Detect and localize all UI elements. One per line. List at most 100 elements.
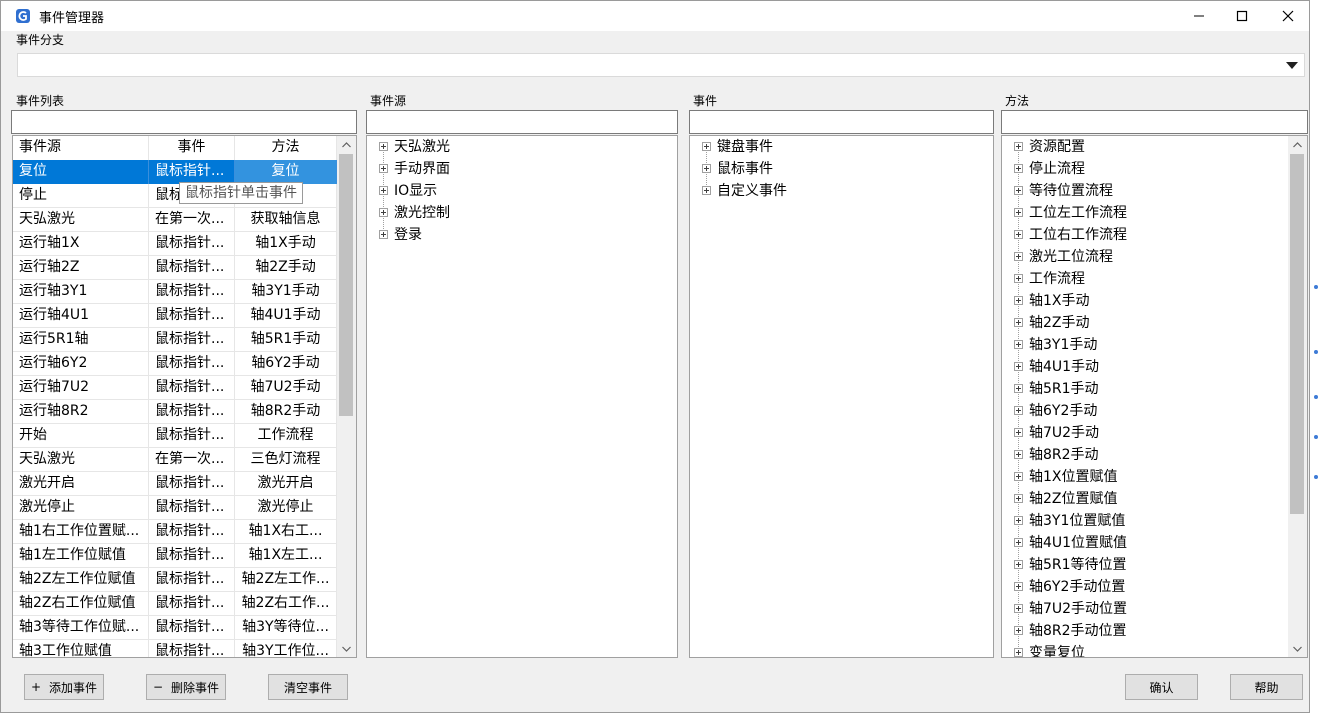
tree-node[interactable]: 轴1X手动 [1005,290,1127,312]
event-list-scrollbar[interactable] [337,136,356,657]
table-row[interactable]: 天弘激光 在第一次... 获取轴信息 [13,208,337,232]
table-row[interactable]: 运行轴8R2 鼠标指针... 轴8R2手动 [13,400,337,424]
tree-node[interactable]: 轴1X位置赋值 [1005,466,1127,488]
tree-node[interactable]: 等待位置流程 [1005,180,1127,202]
table-row[interactable]: 复位 鼠标指针... 复位 [13,160,337,184]
expand-icon[interactable] [1014,362,1023,371]
tree-node[interactable]: 键盘事件 [693,136,787,158]
table-row[interactable]: 轴1左工作位赋值 鼠标指针... 轴1X左工... [13,544,337,568]
confirm-button[interactable]: 确认 [1125,674,1198,700]
expand-icon[interactable] [702,164,711,173]
add-event-button[interactable]: + 添加事件 [24,674,104,700]
expand-icon[interactable] [379,186,388,195]
event-tree[interactable]: 键盘事件 鼠标事件 自定义事件 [689,135,994,658]
scroll-thumb[interactable] [339,154,353,416]
tree-node[interactable]: 轴8R2手动位置 [1005,620,1127,642]
table-row[interactable]: 轴3工作位赋值 鼠标指针... 轴3Y工作位... [13,640,337,657]
header-method[interactable]: 方法 [235,136,337,160]
expand-icon[interactable] [1014,494,1023,503]
expand-icon[interactable] [1014,274,1023,283]
delete-event-button[interactable]: − 删除事件 [146,674,226,700]
dropdown-arrow-icon[interactable] [1286,62,1298,69]
title-bar[interactable]: 事件管理器 [1,1,1309,31]
expand-icon[interactable] [1014,472,1023,481]
help-button[interactable]: 帮助 [1230,674,1303,700]
expand-icon[interactable] [1014,626,1023,635]
expand-icon[interactable] [379,164,388,173]
expand-icon[interactable] [702,142,711,151]
header-source[interactable]: 事件源 [13,136,149,160]
expand-icon[interactable] [1014,340,1023,349]
expand-icon[interactable] [1014,252,1023,261]
tree-node[interactable]: 轴3Y1手动 [1005,334,1127,356]
expand-icon[interactable] [1014,230,1023,239]
minimize-button[interactable] [1176,1,1222,31]
table-row[interactable]: 轴2Z右工作位赋值 鼠标指针... 轴2Z右工作... [13,592,337,616]
expand-icon[interactable] [1014,428,1023,437]
branch-combobox[interactable] [17,53,1305,77]
tree-node[interactable]: 停止流程 [1005,158,1127,180]
scroll-up-icon[interactable] [1288,136,1307,153]
tree-node[interactable]: 轴7U2手动 [1005,422,1127,444]
tree-node[interactable]: 轴6Y2手动 [1005,400,1127,422]
expand-icon[interactable] [1014,142,1023,151]
scroll-down-icon[interactable] [1288,640,1307,657]
table-row[interactable]: 运行轴2Z 鼠标指针... 轴2Z手动 [13,256,337,280]
method-tree[interactable]: 资源配置 停止流程 等待位置流程 工位左工作流程 工位右工作流程 激光工位流程 工作流程 轴1… [1001,135,1308,658]
expand-icon[interactable] [1014,296,1023,305]
expand-icon[interactable] [1014,538,1023,547]
close-button[interactable] [1265,1,1311,31]
table-row[interactable]: 激光停止 鼠标指针... 激光停止 [13,496,337,520]
tree-node[interactable]: 轴5R1手动 [1005,378,1127,400]
expand-icon[interactable] [1014,560,1023,569]
scroll-up-icon[interactable] [337,136,356,153]
expand-icon[interactable] [1014,516,1023,525]
scroll-down-icon[interactable] [337,640,356,657]
tree-node[interactable]: 登录 [370,224,450,246]
tree-node[interactable]: 变量复位 [1005,642,1127,657]
expand-icon[interactable] [379,230,388,239]
expand-icon[interactable] [1014,208,1023,217]
event-list-filter-input[interactable] [11,110,357,134]
tree-node[interactable]: 轴3Y1位置赋值 [1005,510,1127,532]
tree-node[interactable]: 激光工位流程 [1005,246,1127,268]
table-row[interactable]: 运行轴6Y2 鼠标指针... 轴6Y2手动 [13,352,337,376]
event-list-grid[interactable]: 事件源 事件 方法 复位鼠标指针...复位停止鼠标指针...停止天弘激光在第一次… [12,135,357,658]
tree-node[interactable]: 轴2Z手动 [1005,312,1127,334]
table-row[interactable]: 天弘激光 在第一次... 三色灯流程 [13,448,337,472]
tree-node[interactable]: 工作流程 [1005,268,1127,290]
event-source-filter-input[interactable] [366,110,678,134]
tree-node[interactable]: 鼠标事件 [693,158,787,180]
tree-node[interactable]: IO显示 [370,180,450,202]
table-row[interactable]: 开始 鼠标指针... 工作流程 [13,424,337,448]
expand-icon[interactable] [379,142,388,151]
scroll-thumb[interactable] [1290,154,1304,514]
tree-node[interactable]: 手动界面 [370,158,450,180]
table-row[interactable]: 运行5R1轴 鼠标指针... 轴5R1手动 [13,328,337,352]
table-row[interactable]: 轴1右工作位置赋... 鼠标指针... 轴1X右工... [13,520,337,544]
expand-icon[interactable] [1014,186,1023,195]
table-row[interactable]: 运行轴3Y1 鼠标指针... 轴3Y1手动 [13,280,337,304]
tree-node[interactable]: 轴4U1手动 [1005,356,1127,378]
maximize-button[interactable] [1219,1,1265,31]
table-row[interactable]: 运行轴1X 鼠标指针... 轴1X手动 [13,232,337,256]
event-source-tree[interactable]: 天弘激光 手动界面 IO显示 激光控制 登录 [366,135,678,658]
expand-icon[interactable] [1014,648,1023,657]
tree-node[interactable]: 轴2Z位置赋值 [1005,488,1127,510]
event-filter-input[interactable] [689,110,994,134]
expand-icon[interactable] [1014,406,1023,415]
tree-node[interactable]: 自定义事件 [693,180,787,202]
tree-node[interactable]: 轴5R1等待位置 [1005,554,1127,576]
expand-icon[interactable] [1014,164,1023,173]
tree-node[interactable]: 轴6Y2手动位置 [1005,576,1127,598]
expand-icon[interactable] [379,208,388,217]
table-row[interactable]: 轴3等待工作位赋... 鼠标指针... 轴3Y等待位... [13,616,337,640]
tree-node[interactable]: 激光控制 [370,202,450,224]
tree-node[interactable]: 天弘激光 [370,136,450,158]
tree-node[interactable]: 轴8R2手动 [1005,444,1127,466]
expand-icon[interactable] [1014,450,1023,459]
table-row[interactable]: 运行轴7U2 鼠标指针... 轴7U2手动 [13,376,337,400]
expand-icon[interactable] [702,186,711,195]
expand-icon[interactable] [1014,384,1023,393]
header-event[interactable]: 事件 [149,136,235,160]
